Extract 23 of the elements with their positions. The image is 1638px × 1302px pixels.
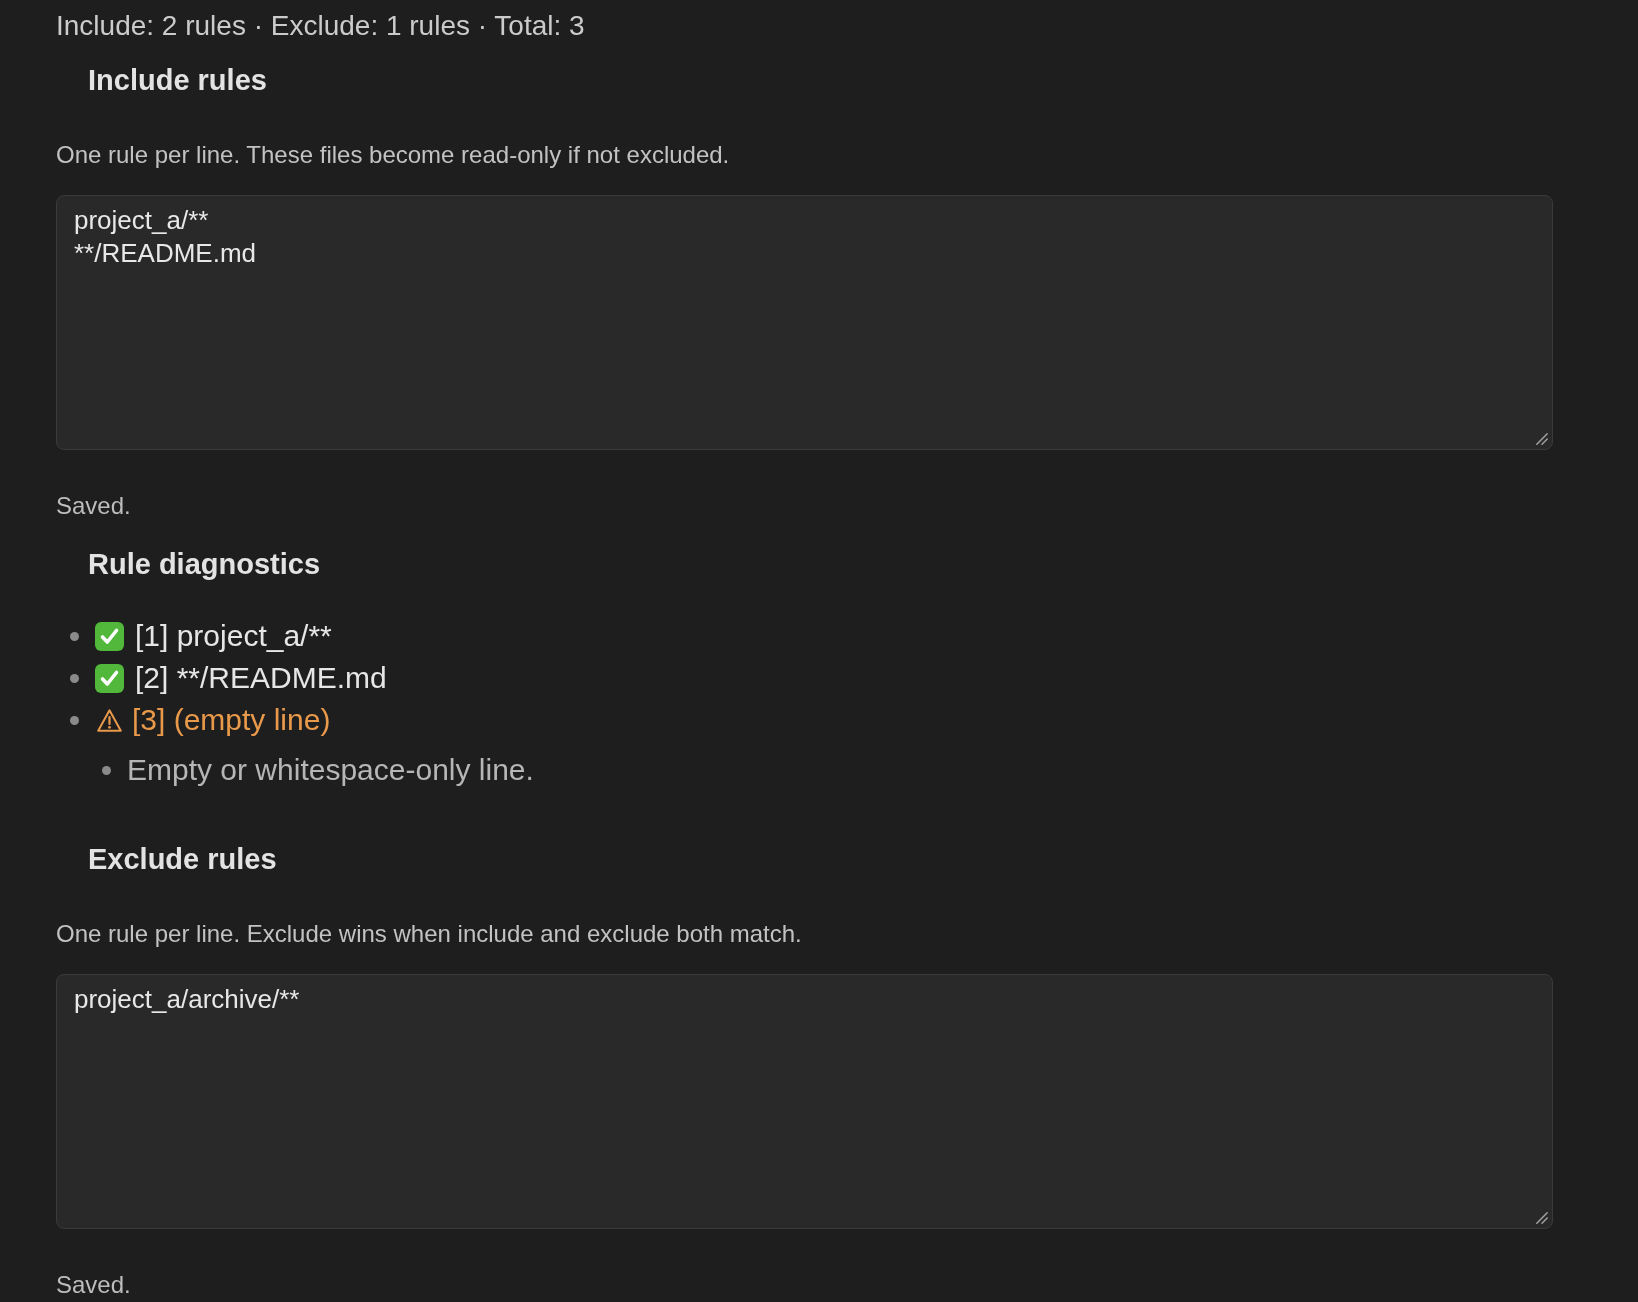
rules-input-field[interactable]: project_a/archive/** <box>56 974 1553 1229</box>
bullet-icon <box>70 673 79 683</box>
bullet-icon <box>102 765 111 775</box>
diagnostic-note: Empty or whitespace-only line. <box>127 752 534 788</box>
section-heading: Exclude rules <box>88 842 277 877</box>
diagnostic-label: [3] (empty line) <box>132 702 331 738</box>
save-status-text: Saved. <box>56 1271 131 1299</box>
warning-icon <box>97 708 122 732</box>
section-description: One rule per line. These files become read-only if not excluded. <box>56 140 730 170</box>
section-description: One rule per line. Exclude wins when include and exclude both match. <box>56 919 802 949</box>
diagnostic-label: [2] **/README.md <box>135 660 387 696</box>
rules-input-field[interactable]: project_a/** **/README.md <box>56 195 1553 450</box>
section-heading: Include rules <box>88 63 267 98</box>
resize-grip-icon[interactable] <box>1536 433 1548 445</box>
section-heading: Rule diagnostics <box>88 547 321 582</box>
save-status-text: Saved. <box>56 492 131 520</box>
resize-grip-icon[interactable] <box>1536 1212 1548 1224</box>
check-icon <box>95 663 124 693</box>
rule-summary-text: Include: 2 rules · Exclude: 1 rules · Total: 3 <box>56 9 585 43</box>
check-icon <box>95 621 124 651</box>
bullet-icon <box>70 715 79 725</box>
diagnostic-label: [1] project_a/** <box>135 618 332 654</box>
bullet-icon <box>70 631 79 641</box>
